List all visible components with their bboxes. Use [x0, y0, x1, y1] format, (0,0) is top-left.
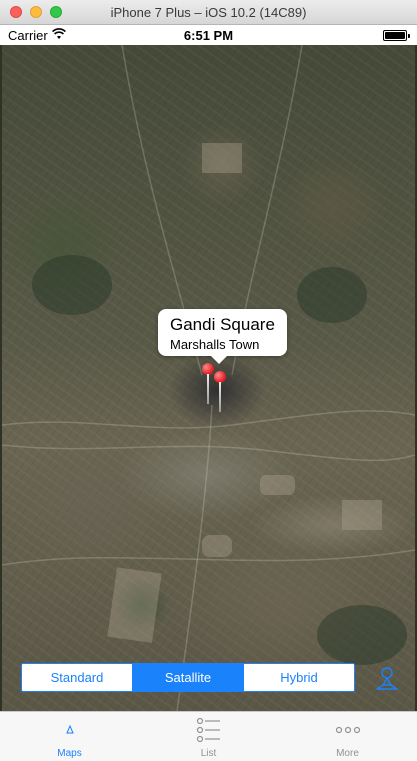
list-icon [196, 717, 220, 743]
callout-subtitle: Marshalls Town [170, 337, 260, 352]
tab-list[interactable]: List [139, 712, 278, 761]
map-pin[interactable] [202, 363, 214, 405]
status-bar: Carrier 6:51 PM [0, 25, 417, 45]
device-screen: Carrier 6:51 PM Gandi Square Marshalls T… [0, 25, 417, 761]
tab-more[interactable]: More [278, 712, 417, 761]
satellite-map-view[interactable]: Gandi Square Marshalls Town [2, 45, 415, 711]
more-icon [335, 726, 360, 734]
tab-list-label: List [200, 748, 217, 759]
user-location-icon[interactable] [374, 665, 400, 691]
map-callout[interactable]: Gandi Square Marshalls Town [158, 309, 287, 364]
tab-more-label: More [336, 748, 359, 759]
segment-standard[interactable]: Standard [22, 664, 133, 691]
tab-maps-label: Maps [57, 748, 82, 759]
simulator-title-bar: iPhone 7 Plus – iOS 10.2 (14C89) [0, 0, 417, 25]
segment-hybrid[interactable]: Hybrid [244, 664, 354, 691]
tab-bar: Maps List More [0, 711, 417, 761]
tab-maps[interactable]: Maps [0, 712, 139, 761]
map-type-segmented-control[interactable]: Standard Satallite Hybrid [21, 663, 355, 692]
status-time: 6:51 PM [183, 28, 234, 43]
map-pin[interactable] [214, 371, 226, 413]
callout-title: Gandi Square [170, 315, 275, 334]
segment-satellite[interactable]: Satallite [133, 664, 244, 691]
map-pin-icon [65, 724, 74, 734]
battery-icon [383, 30, 410, 41]
window-title: iPhone 7 Plus – iOS 10.2 (14C89) [110, 5, 307, 20]
